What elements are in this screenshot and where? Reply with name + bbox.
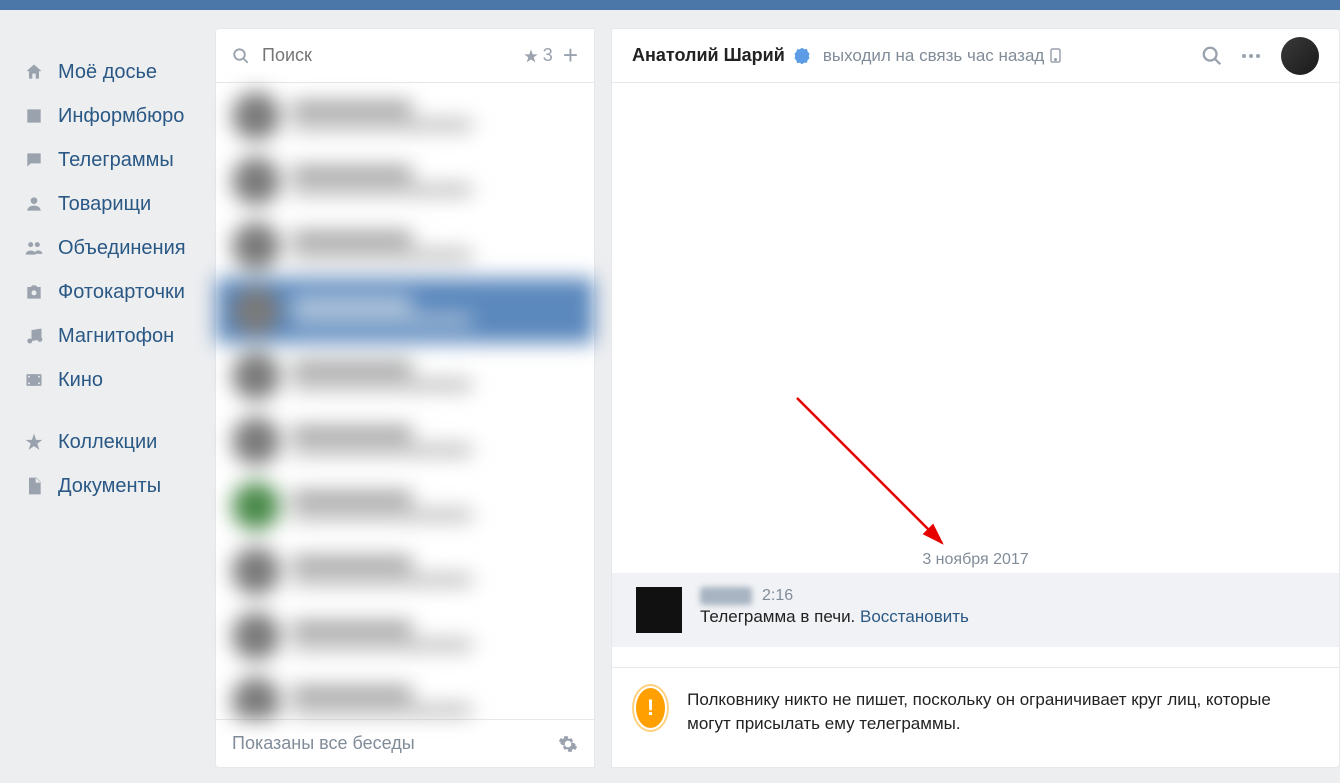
starred-filter[interactable]: 3 bbox=[523, 45, 553, 66]
more-icon[interactable] bbox=[1239, 44, 1263, 68]
chat-header: Анатолий Шарий выходил на связь час наза… bbox=[612, 29, 1339, 83]
dialogs-column: 3 + Показаны все беседы bbox=[215, 28, 595, 768]
music-icon bbox=[22, 324, 46, 348]
nav-item-photos[interactable]: Фотокарточки bbox=[10, 270, 215, 314]
restore-link[interactable]: Восстановить bbox=[860, 607, 969, 626]
message-content: 2:16 Телеграмма в печи. Восстановить bbox=[700, 587, 1315, 627]
nav-item-news[interactable]: Информбюро bbox=[10, 94, 215, 138]
starred-count: 3 bbox=[543, 45, 553, 66]
sidebar-nav: Моё досье Информбюро Телеграммы Товарищи… bbox=[0, 10, 215, 783]
dialog-row[interactable] bbox=[216, 538, 594, 603]
main-layout: Моё досье Информбюро Телеграммы Товарищи… bbox=[0, 10, 1340, 783]
search-icon bbox=[232, 47, 250, 65]
dialog-row[interactable] bbox=[216, 668, 594, 719]
warning-icon: ! bbox=[636, 688, 665, 728]
nav-label: Кино bbox=[58, 369, 103, 392]
nav-item-friends[interactable]: Товарищи bbox=[10, 182, 215, 226]
nav-label: Магнитофон bbox=[58, 325, 174, 348]
docs-icon bbox=[22, 474, 46, 498]
message-time: 2:16 bbox=[762, 587, 793, 605]
nav-label: Документы bbox=[58, 475, 161, 498]
chat-search-icon[interactable] bbox=[1201, 45, 1223, 67]
nav-item-profile[interactable]: Моё досье bbox=[10, 50, 215, 94]
mobile-icon bbox=[1050, 48, 1061, 63]
new-dialog-button[interactable]: + bbox=[563, 40, 578, 71]
dialog-row[interactable] bbox=[216, 343, 594, 408]
home-icon bbox=[22, 60, 46, 84]
dialogs-search-bar: 3 + bbox=[216, 29, 594, 83]
message-row: 2:16 Телеграмма в печи. Восстановить bbox=[612, 573, 1339, 647]
nav-label: Товарищи bbox=[58, 193, 151, 216]
nav-item-music[interactable]: Магнитофон bbox=[10, 314, 215, 358]
search-input[interactable] bbox=[262, 45, 523, 66]
nav-label: Фотокарточки bbox=[58, 281, 185, 304]
date-separator: 3 ноября 2017 bbox=[612, 543, 1339, 577]
nav-item-groups[interactable]: Объединения bbox=[10, 226, 215, 270]
dialog-row[interactable] bbox=[216, 603, 594, 668]
dialogs-footer: Показаны все беседы bbox=[216, 719, 594, 767]
nav-item-messages[interactable]: Телеграммы bbox=[10, 138, 215, 182]
message-author-blurred bbox=[700, 587, 752, 605]
dialog-row[interactable] bbox=[216, 408, 594, 473]
groups-icon bbox=[22, 236, 46, 260]
photos-icon bbox=[22, 280, 46, 304]
dialog-row[interactable] bbox=[216, 213, 594, 278]
bookmarks-icon bbox=[22, 430, 46, 454]
verified-icon bbox=[793, 47, 811, 65]
top-bar bbox=[0, 0, 1340, 10]
annotation-arrow bbox=[792, 393, 972, 563]
nav-divider bbox=[10, 402, 215, 420]
nav-label: Объединения bbox=[58, 237, 186, 260]
dialogs-footer-text: Показаны все беседы bbox=[232, 733, 415, 754]
contact-name[interactable]: Анатолий Шарий bbox=[632, 45, 785, 66]
chat-column: Анатолий Шарий выходил на связь час наза… bbox=[611, 28, 1340, 768]
contact-status: выходил на связь час назад bbox=[823, 46, 1062, 66]
message-avatar[interactable] bbox=[636, 587, 682, 633]
nav-label: Моё досье bbox=[58, 61, 157, 84]
nav-item-bookmarks[interactable]: Коллекции bbox=[10, 420, 215, 464]
gear-icon[interactable] bbox=[558, 734, 578, 754]
dialogs-list[interactable] bbox=[216, 83, 594, 719]
dialog-row[interactable] bbox=[216, 83, 594, 148]
dialog-row-selected[interactable] bbox=[216, 278, 594, 343]
nav-label: Коллекции bbox=[58, 431, 157, 454]
news-icon bbox=[22, 104, 46, 128]
video-icon bbox=[22, 368, 46, 392]
contact-avatar[interactable] bbox=[1281, 37, 1319, 75]
dialog-row[interactable] bbox=[216, 148, 594, 213]
messages-icon bbox=[22, 148, 46, 172]
message-text: Телеграмма в печи. Восстановить bbox=[700, 607, 1315, 627]
friends-icon bbox=[22, 192, 46, 216]
privacy-notice: ! Полковнику никто не пишет, поскольку о… bbox=[612, 667, 1339, 757]
nav-item-video[interactable]: Кино bbox=[10, 358, 215, 402]
chat-body: 3 ноября 2017 2:16 Телеграмма в печи. Во… bbox=[612, 83, 1339, 767]
nav-item-docs[interactable]: Документы bbox=[10, 464, 215, 508]
nav-label: Информбюро bbox=[58, 105, 184, 128]
nav-label: Телеграммы bbox=[58, 149, 174, 172]
dialog-row[interactable] bbox=[216, 473, 594, 538]
notice-text: Полковнику никто не пишет, поскольку он … bbox=[687, 688, 1315, 737]
